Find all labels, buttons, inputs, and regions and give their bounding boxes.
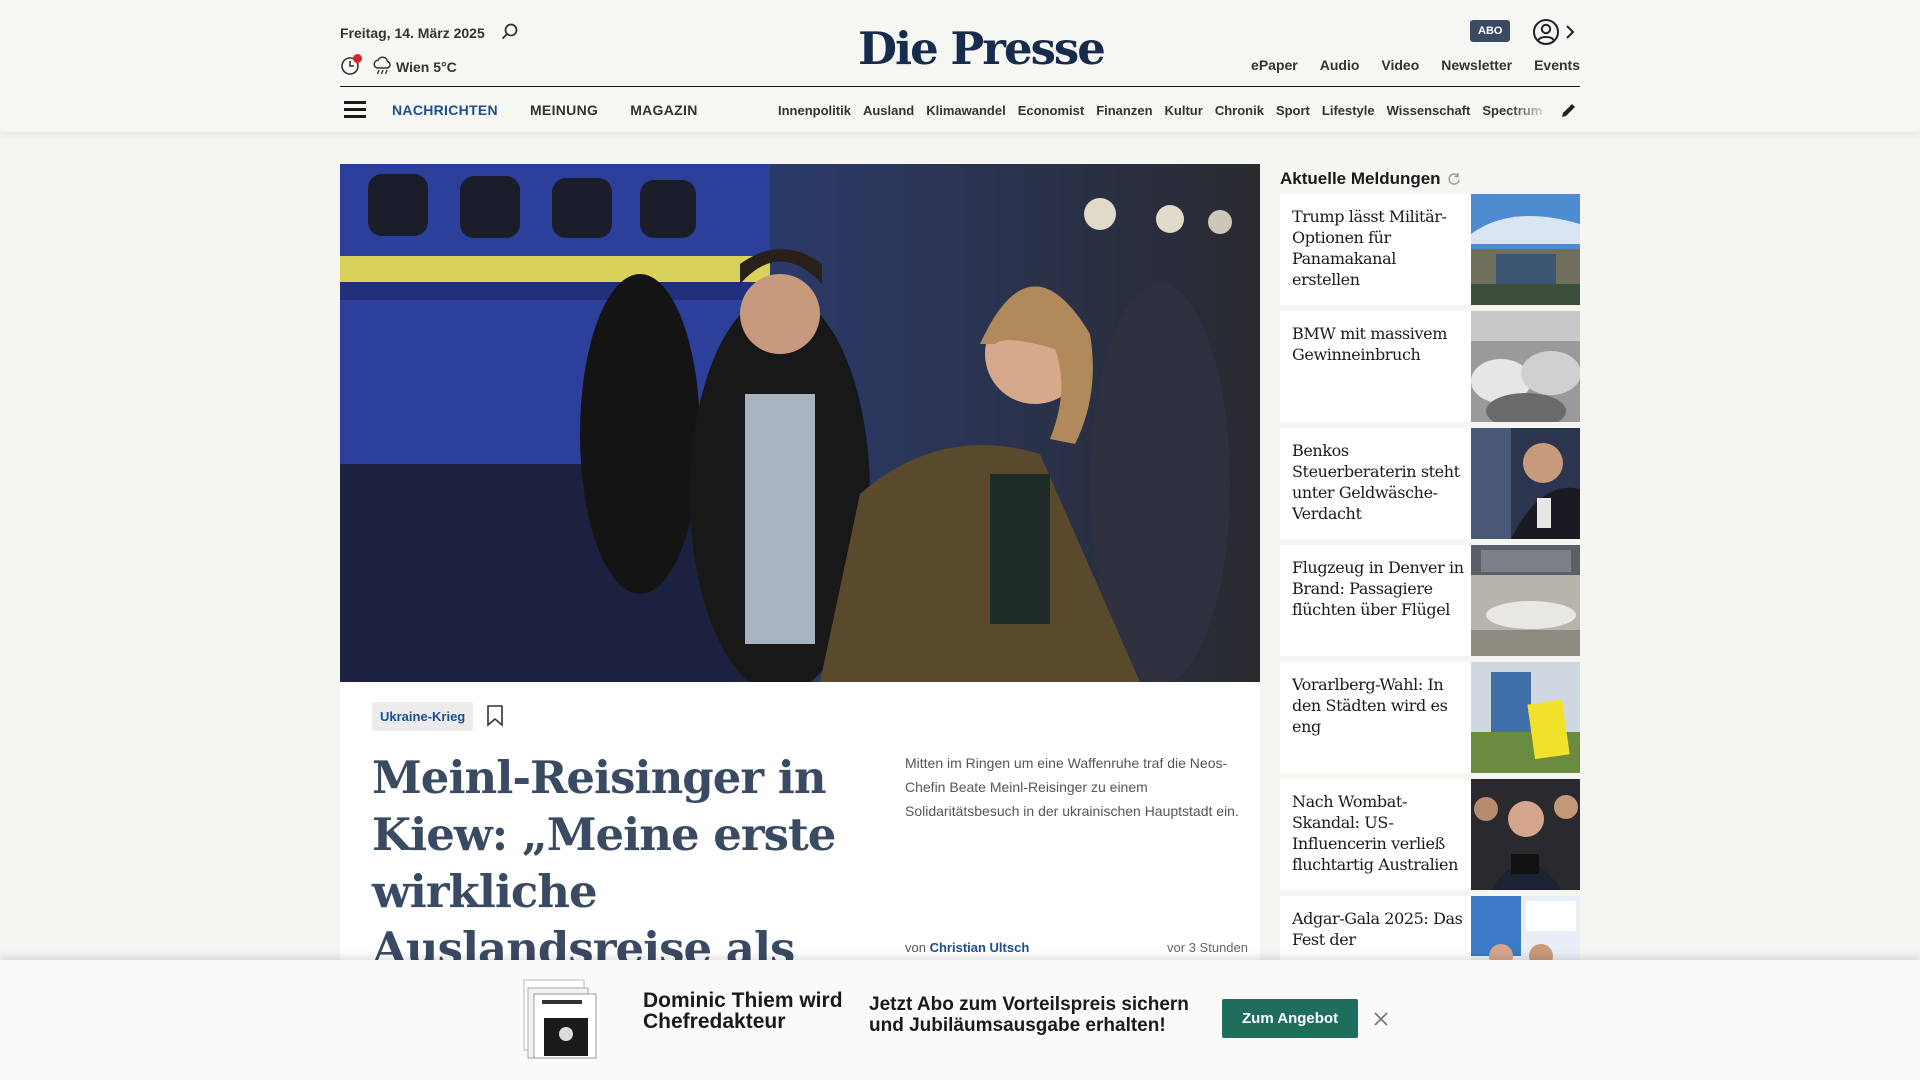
lead-teaser: Mitten im Ringen um eine Waffenruhe traf…: [905, 755, 1239, 819]
menu-icon[interactable]: [344, 101, 366, 119]
subscription-banner: Dominic Thiem wird Chefredakteur Jetzt A…: [0, 960, 1920, 1080]
news-thumbnail[interactable]: [1471, 545, 1580, 656]
author-link[interactable]: Christian Ultsch: [930, 940, 1030, 955]
publish-time: vor 3 Stunden: [1167, 940, 1248, 955]
news-thumbnail[interactable]: [1471, 194, 1580, 305]
link-epaper[interactable]: ePaper: [1251, 57, 1298, 73]
bookmark-icon[interactable]: [486, 705, 504, 727]
nav-meinung[interactable]: MEINUNG: [530, 102, 598, 118]
sidebar-title: Aktuelle Meldungen: [1280, 169, 1441, 188]
nav-innenpolitik[interactable]: Innenpolitik: [778, 103, 851, 118]
notification-dot: [353, 54, 362, 63]
weather-text[interactable]: Wien 5°C: [396, 59, 457, 75]
link-events[interactable]: Events: [1534, 57, 1580, 73]
news-item-title[interactable]: Benkos Steuerberaterin steht unter Geldw…: [1292, 440, 1467, 524]
nav-economist[interactable]: Economist: [1018, 103, 1084, 118]
sidebar-heading: Aktuelle Meldungen: [1280, 164, 1580, 194]
banner-offer-text: Jetzt Abo zum Vorteilspreis sichern und …: [869, 994, 1189, 1036]
news-item[interactable]: BMW mit massivem Gewinneinbruch: [1280, 311, 1580, 422]
nav-finanzen[interactable]: Finanzen: [1096, 103, 1152, 118]
news-item-title[interactable]: Adgar-Gala 2025: Das Fest der: [1292, 908, 1467, 950]
close-icon[interactable]: [1372, 1010, 1390, 1028]
section-nav: NACHRICHTEN MEINUNG MAGAZIN: [392, 102, 698, 118]
news-item[interactable]: Flugzeug in Denver in Brand: Passagiere …: [1280, 545, 1580, 656]
byline: von Christian Ultsch: [905, 940, 1029, 955]
news-item[interactable]: Nach Wombat-Skandal: US-Influencerin ver…: [1280, 779, 1580, 890]
banner-headline: Dominic Thiem wird Chefredakteur: [643, 989, 843, 1033]
link-video[interactable]: Video: [1381, 57, 1419, 73]
nav-chronik[interactable]: Chronik: [1215, 103, 1264, 118]
nav-magazin[interactable]: MAGAZIN: [630, 102, 697, 118]
rain-cloud-icon: [373, 56, 391, 75]
category-nav: Innenpolitik Ausland Klimawandel Economi…: [778, 103, 1548, 118]
news-item[interactable]: Trump lässt Militär-Optionen für Panamak…: [1280, 194, 1580, 305]
nav-ausland[interactable]: Ausland: [863, 103, 914, 118]
refresh-icon[interactable]: [1447, 172, 1461, 186]
news-thumbnail[interactable]: [1471, 311, 1580, 422]
main-navigation: NACHRICHTEN MEINUNG MAGAZIN Innenpolitik…: [340, 86, 1580, 132]
nav-klimawandel[interactable]: Klimawandel: [926, 103, 1005, 118]
nav-nachrichten[interactable]: NACHRICHTEN: [392, 102, 498, 118]
news-thumbnail[interactable]: [1471, 662, 1580, 773]
nav-fade: [1510, 97, 1550, 123]
abo-button[interactable]: ABO: [1470, 20, 1511, 42]
news-item-title[interactable]: Vorarlberg-Wahl: In den Städten wird es …: [1292, 674, 1467, 737]
byline-prefix: von: [905, 940, 926, 955]
top-bar: Freitag, 14. März 2025 Wien 5°C Die Pres…: [340, 0, 1580, 86]
site-header: Freitag, 14. März 2025 Wien 5°C Die Pres…: [0, 0, 1920, 132]
news-item-title[interactable]: Flugzeug in Denver in Brand: Passagiere …: [1292, 557, 1467, 620]
offer-button[interactable]: Zum Angebot: [1222, 999, 1359, 1038]
top-links: ePaper Audio Video Newsletter Events: [1251, 57, 1580, 73]
news-item-title[interactable]: Trump lässt Militär-Optionen für Panamak…: [1292, 206, 1467, 290]
news-item-title[interactable]: BMW mit massivem Gewinneinbruch: [1292, 323, 1467, 365]
latest-news-sidebar: Aktuelle Meldungen Trump lässt Militär-O…: [1280, 164, 1580, 1013]
chevron-right-icon[interactable]: [1564, 22, 1576, 42]
lead-article-image[interactable]: [340, 164, 1260, 682]
lead-article: Ukraine-Krieg Meinl-Reisinger in Kiew: „…: [340, 164, 1260, 1032]
account-icon[interactable]: [1532, 18, 1560, 46]
link-newsletter[interactable]: Newsletter: [1441, 57, 1512, 73]
news-thumbnail[interactable]: [1471, 428, 1580, 539]
nav-lifestyle[interactable]: Lifestyle: [1322, 103, 1375, 118]
nav-kultur[interactable]: Kultur: [1165, 103, 1203, 118]
nav-sport[interactable]: Sport: [1276, 103, 1310, 118]
news-thumbnail[interactable]: [1471, 779, 1580, 890]
site-logo[interactable]: Die Presse: [858, 22, 1106, 75]
nav-wissenschaft[interactable]: Wissenschaft: [1387, 103, 1471, 118]
news-item[interactable]: Benkos Steuerberaterin steht unter Geldw…: [1280, 428, 1580, 539]
category-tag[interactable]: Ukraine-Krieg: [372, 702, 474, 731]
search-icon[interactable]: [500, 22, 520, 42]
current-date: Freitag, 14. März 2025: [340, 25, 485, 41]
newspaper-stack-image: [523, 979, 597, 1059]
news-item-title[interactable]: Nach Wombat-Skandal: US-Influencerin ver…: [1292, 791, 1467, 875]
news-item[interactable]: Vorarlberg-Wahl: In den Städten wird es …: [1280, 662, 1580, 773]
link-audio[interactable]: Audio: [1320, 57, 1360, 73]
pencil-icon[interactable]: [1560, 101, 1578, 119]
